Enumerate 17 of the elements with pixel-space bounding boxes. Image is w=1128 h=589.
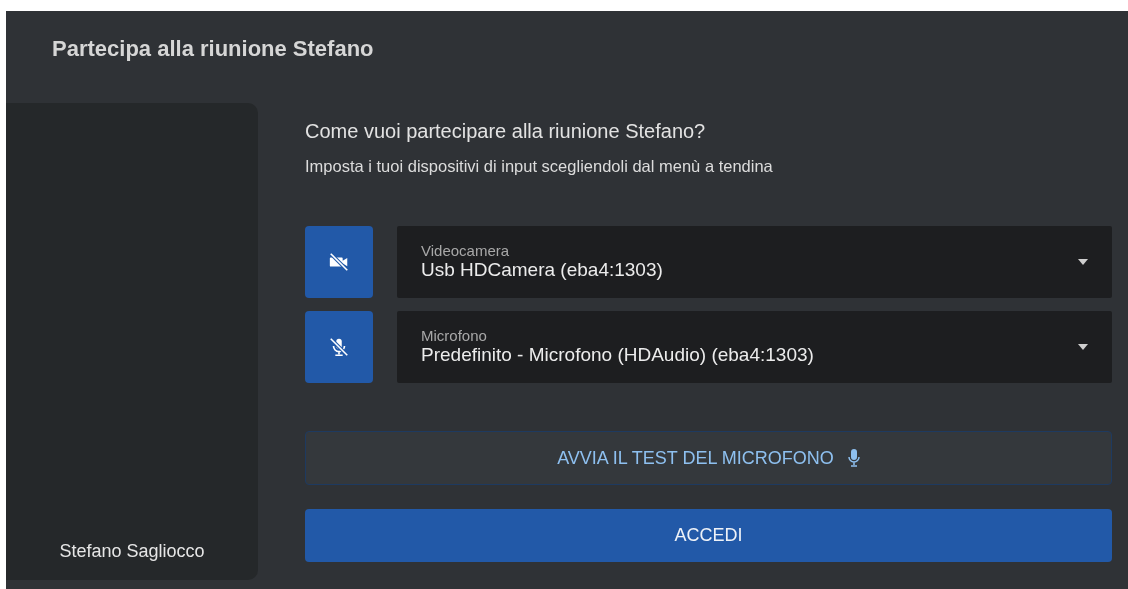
select-value: Predefinito - Microfono (HDAudio) (eba4:1303)	[421, 344, 815, 366]
select-label: Videocamera	[421, 243, 511, 259]
dropdown-caret-icon	[1078, 344, 1088, 350]
device-select[interactable]: Microfono Predefinito - Microfono (HDAudio) (eba4:1303)	[397, 311, 1112, 383]
select-label: Microfono	[421, 328, 488, 344]
question-text: Come vuoi partecipare alla riunione Stefano?	[305, 120, 707, 143]
dialog-title: Partecipa alla riunione Stefano	[51, 35, 375, 63]
microphone-icon	[847, 449, 860, 467]
hint-text: Imposta i tuoi dispositivi di input scegliendoli dal menù a tendina	[305, 157, 774, 176]
microphone-test-button[interactable]: AVVIA IL TEST DEL MICROFONO	[305, 431, 1112, 485]
participant-name: Stefano Sagliocco	[59, 541, 205, 562]
join-button[interactable]: ACCEDI	[305, 509, 1112, 562]
toggle-button[interactable]	[305, 311, 373, 383]
toggle-button[interactable]	[305, 226, 373, 298]
select-value: Usb HDCamera (eba4:1303)	[421, 259, 664, 281]
device-select[interactable]: Videocamera Usb HDCamera (eba4:1303)	[397, 226, 1112, 298]
dropdown-caret-icon	[1078, 259, 1088, 265]
